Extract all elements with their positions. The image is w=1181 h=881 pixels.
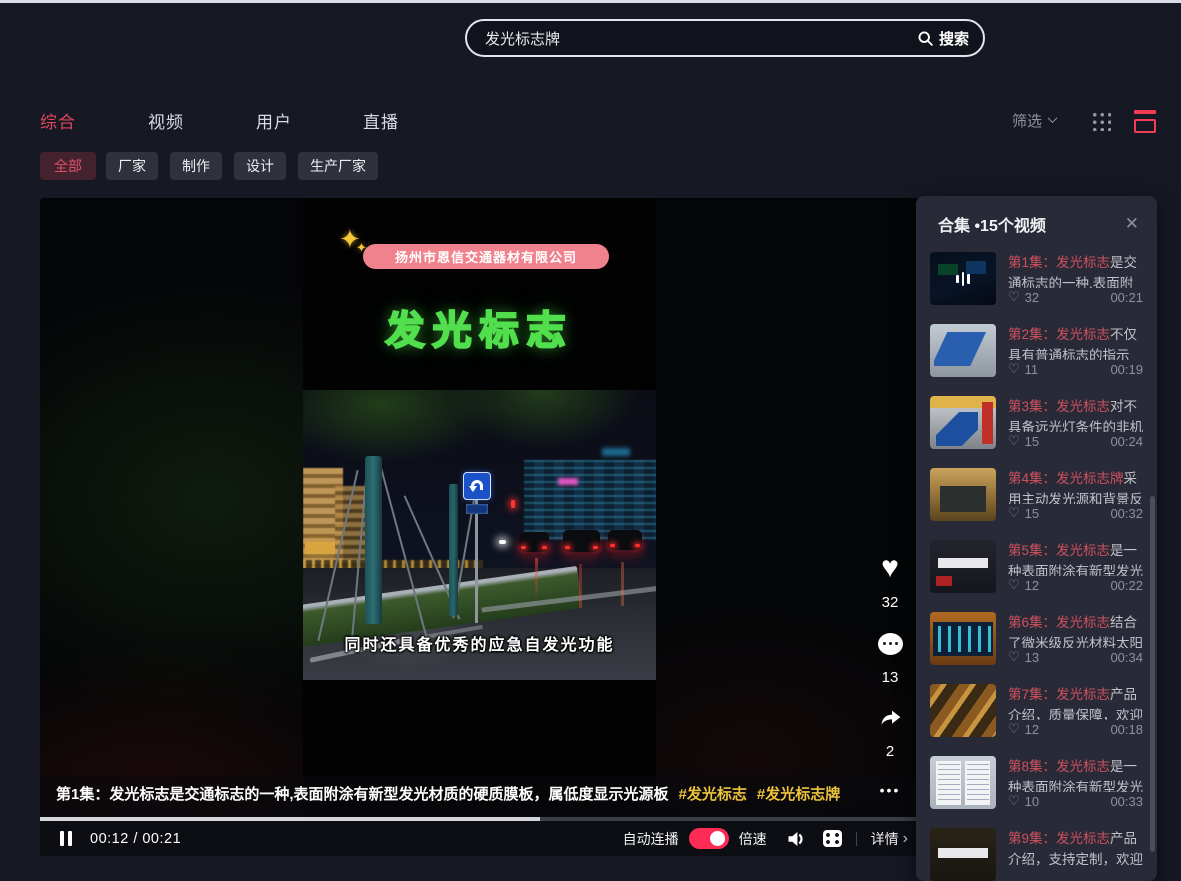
filter-label: 筛选 [1012, 110, 1042, 131]
tab-live[interactable]: 直播 [363, 108, 399, 133]
video-thumbnail [930, 252, 996, 305]
car [608, 530, 642, 550]
heart-outline-icon: ♡ [1008, 433, 1020, 449]
heart-outline-icon: ♡ [1008, 361, 1020, 377]
duration: 00:19 [1110, 362, 1143, 377]
player-view-icon[interactable] [1134, 110, 1156, 129]
douyin-search-page: 搜索 综合 视频 用户 直播 筛选 全部 厂家 制作 设计 生产厂家 ✦✦ 扬州… [0, 0, 1181, 881]
search-bar[interactable]: 搜索 [465, 19, 985, 57]
comment-count: 13 [868, 669, 912, 686]
search-input[interactable] [485, 30, 917, 47]
close-icon[interactable]: ✕ [1125, 214, 1139, 234]
playlist-item[interactable]: 第3集：发光标志对不具备远光灯条件的非机动... ♡1500:24 [916, 396, 1157, 449]
playlist-item[interactable]: 第6集：发光标志结合了微米级反光材料太阳能... ♡1300:34 [916, 612, 1157, 665]
u-turn-arrow-icon [471, 480, 483, 490]
search-button[interactable]: 搜索 [917, 28, 969, 49]
like-count: 32 [868, 594, 912, 611]
collection-panel: 合集 •15个视频 ✕ 第1集：发光标志是交通标志的一种,表面附涂... ♡32… [916, 196, 1157, 881]
web-fullscreen-icon[interactable] [823, 830, 842, 847]
autoplay-label: 自动连播 [623, 829, 679, 849]
heart-outline-icon: ♡ [1008, 505, 1020, 521]
search-icon [917, 30, 934, 47]
video-thumbnail [930, 612, 996, 665]
heart-outline-icon: ♡ [1008, 577, 1020, 593]
search-button-label: 搜索 [939, 28, 969, 49]
video-title-bar: 第1集：发光标志是交通标志的一种,表面附涂有新型发光材质的硬质膜板，属低度显示光… [40, 775, 918, 817]
comment-icon[interactable] [878, 633, 903, 655]
duration: 00:22 [1110, 578, 1143, 593]
tree-trunk [365, 456, 382, 624]
hashtag-link[interactable]: #发光标志 [679, 783, 747, 804]
volume-icon[interactable] [785, 829, 807, 849]
autoplay-toggle[interactable] [689, 828, 729, 849]
share-count: 2 [868, 743, 912, 760]
chevron-down-icon [1048, 113, 1058, 123]
playlist-item[interactable]: 第2集：发光标志不仅具有普通标志的指示功... ♡1100:19 [916, 324, 1157, 377]
chip-design[interactable]: 设计 [234, 152, 286, 180]
video-subtitle: 同时还具备优秀的应急自发光功能 [303, 631, 656, 655]
duration: 00:33 [1110, 794, 1143, 809]
more-options-icon[interactable]: ••• [868, 782, 912, 798]
hashtag-link[interactable]: #发光标志牌 [757, 783, 840, 804]
tab-comprehensive[interactable]: 综合 [40, 108, 76, 133]
sparkle-icon: ✦✦ [339, 226, 361, 252]
duration: 00:32 [1110, 506, 1143, 521]
u-turn-sign [463, 472, 491, 500]
player-controls: 00:12 / 00:21 自动连播 倍速 详情 › [40, 821, 918, 856]
video-description: 第1集：发光标志是交通标志的一种,表面附涂有新型发光材质的硬质膜板，属低度显示光… [56, 783, 669, 804]
video-thumbnail [930, 540, 996, 593]
playlist-item[interactable]: 第9集：发光标志产品介绍，支持定制，欢迎来 [916, 828, 1157, 881]
video-thumbnail [930, 684, 996, 737]
video-frame[interactable]: ✦✦ 扬州市恩信交通器材有限公司 发光标志 [303, 198, 656, 818]
video-thumbnail [930, 396, 996, 449]
duration: 00:21 [1110, 290, 1143, 305]
like-icon[interactable]: ♥ [868, 553, 912, 583]
video-thumbnail [930, 324, 996, 377]
pause-icon[interactable] [60, 831, 64, 846]
filter-dropdown[interactable]: 筛选 [1012, 110, 1056, 131]
heart-outline-icon: ♡ [1008, 793, 1020, 809]
car [563, 530, 600, 552]
window-top-edge [0, 0, 1181, 3]
tab-user[interactable]: 用户 [256, 108, 292, 133]
chip-factory[interactable]: 厂家 [106, 152, 158, 180]
video-headline: 发光标志 [303, 300, 656, 356]
now-playing-icon [930, 252, 996, 305]
traffic-light [511, 500, 515, 508]
tab-video[interactable]: 视频 [148, 108, 184, 133]
time-display: 00:12 / 00:21 [90, 831, 181, 847]
duration: 00:18 [1110, 722, 1143, 737]
playlist-item[interactable]: 第4集：发光标志牌采用主动发光源和背景反光... ♡1500:32 [916, 468, 1157, 521]
playlist-item[interactable]: 第8集：发光标志是一种表面附涂有新型发光材... ♡1000:33 [916, 756, 1157, 809]
car [519, 532, 549, 552]
playlist-item[interactable]: 第7集：发光标志产品介绍，质量保障，欢迎咨... ♡1200:18 [916, 684, 1157, 737]
duration: 00:24 [1110, 434, 1143, 449]
speed-label[interactable]: 倍速 [739, 829, 767, 849]
heart-outline-icon: ♡ [1008, 649, 1020, 665]
playlist-item-current[interactable]: 第1集：发光标志是交通标志的一种,表面附涂... ♡3200:21 [916, 252, 1157, 305]
duration: 00:34 [1110, 650, 1143, 665]
chip-manufacturer[interactable]: 生产厂家 [298, 152, 378, 180]
tree-trunk [449, 484, 458, 616]
heart-outline-icon: ♡ [1008, 721, 1020, 737]
company-banner: 扬州市恩信交通器材有限公司 [363, 244, 609, 269]
grid-view-icon[interactable] [1091, 111, 1111, 131]
video-player[interactable]: ✦✦ 扬州市恩信交通器材有限公司 发光标志 [40, 198, 918, 856]
heart-outline-icon: ♡ [1008, 289, 1020, 305]
chip-all[interactable]: 全部 [40, 152, 96, 180]
episode-list: 第1集：发光标志是交通标志的一种,表面附涂... ♡3200:21 第2集：发光… [916, 252, 1157, 881]
divider [856, 832, 857, 846]
scrollbar-thumb[interactable] [1150, 496, 1155, 852]
video-thumbnail [930, 756, 996, 809]
collection-title: 合集 •15个视频 [938, 212, 1046, 236]
video-thumbnail [930, 468, 996, 521]
share-icon[interactable] [878, 706, 904, 730]
action-rail: ♥ 32 13 2 ••• [868, 198, 912, 856]
playlist-item[interactable]: 第5集：发光标志是一种表面附涂有新型发光材... ♡1200:22 [916, 540, 1157, 593]
video-thumbnail [930, 828, 996, 881]
chip-making[interactable]: 制作 [170, 152, 222, 180]
